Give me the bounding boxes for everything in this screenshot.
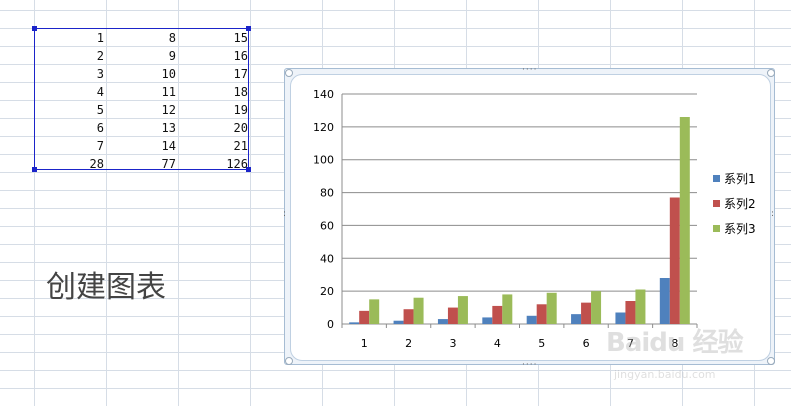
chart-resize-handle-top[interactable]: ···· xyxy=(522,66,537,75)
cell[interactable]: 1 xyxy=(36,29,104,47)
y-tick-label: 60 xyxy=(320,219,334,232)
cell[interactable]: 20 xyxy=(180,119,248,137)
bar[interactable] xyxy=(625,301,636,324)
bar[interactable] xyxy=(403,309,414,324)
chart-corner-handle-bottom-right[interactable] xyxy=(767,357,775,365)
x-tick-label: 1 xyxy=(361,337,368,350)
bar[interactable] xyxy=(615,312,626,325)
bar[interactable] xyxy=(536,304,547,324)
cell[interactable]: 2 xyxy=(36,47,104,65)
bar[interactable] xyxy=(546,292,557,324)
legend-label: 系列3 xyxy=(724,222,756,236)
x-tick-label: 7 xyxy=(627,337,634,350)
bar[interactable] xyxy=(369,299,380,324)
y-tick-label: 80 xyxy=(320,187,334,200)
cell[interactable]: 16 xyxy=(180,47,248,65)
bar[interactable] xyxy=(669,197,680,325)
bar[interactable] xyxy=(393,320,404,324)
cell[interactable]: 3 xyxy=(36,65,104,83)
x-tick-label: 6 xyxy=(583,337,590,350)
x-tick-label: 3 xyxy=(449,337,456,350)
cell[interactable]: 11 xyxy=(108,83,176,101)
bar[interactable] xyxy=(492,305,503,324)
y-tick-label: 0 xyxy=(327,318,334,331)
cell[interactable]: 19 xyxy=(180,101,248,119)
cell[interactable]: 17 xyxy=(180,65,248,83)
y-tick-label: 140 xyxy=(313,88,334,101)
cell[interactable]: 8 xyxy=(108,29,176,47)
bar[interactable] xyxy=(359,310,370,324)
bar[interactable] xyxy=(526,315,537,324)
bar[interactable] xyxy=(571,314,582,324)
y-tick-label: 100 xyxy=(313,154,334,167)
legend-swatch[interactable] xyxy=(713,225,720,232)
y-tick-label: 40 xyxy=(320,252,334,265)
bar[interactable] xyxy=(591,291,602,324)
bar-chart[interactable]: 0 20 40 60 80 100 120 140 1 2 3 4 5 6 7 8 系列1 系列2 系列3 xyxy=(291,75,770,360)
cell[interactable]: 9 xyxy=(108,47,176,65)
cell[interactable]: 10 xyxy=(108,65,176,83)
bar[interactable] xyxy=(349,322,360,324)
cell[interactable]: 13 xyxy=(108,119,176,137)
cell[interactable]: 15 xyxy=(180,29,248,47)
bar[interactable] xyxy=(502,294,513,324)
bar[interactable] xyxy=(635,289,646,325)
cell[interactable]: 126 xyxy=(180,155,248,173)
chart-corner-handle-top-right[interactable] xyxy=(767,69,775,77)
cell[interactable]: 5 xyxy=(36,101,104,119)
chart-resize-handle-right[interactable]: : xyxy=(771,210,775,219)
bar[interactable] xyxy=(457,296,468,324)
bar[interactable] xyxy=(679,117,690,324)
legend-label: 系列2 xyxy=(724,197,756,211)
cell[interactable]: 7 xyxy=(36,137,104,155)
bar[interactable] xyxy=(437,319,448,324)
cell[interactable]: 6 xyxy=(36,119,104,137)
chart-resize-handle-left[interactable]: : xyxy=(283,210,287,219)
chart-object[interactable]: 0 20 40 60 80 100 120 140 1 2 3 4 5 6 7 8 系列1 系列2 系列3 xyxy=(284,68,775,365)
x-tick-label: 8 xyxy=(671,337,678,350)
cell[interactable]: 4 xyxy=(36,83,104,101)
x-tick-label: 5 xyxy=(538,337,545,350)
chart-corner-handle-bottom-left[interactable] xyxy=(285,357,293,365)
bar[interactable] xyxy=(447,307,458,324)
x-tick-label: 4 xyxy=(494,337,501,350)
y-tick-label: 20 xyxy=(320,285,334,298)
cell[interactable]: 14 xyxy=(108,137,176,155)
cell[interactable]: 77 xyxy=(108,155,176,173)
bar[interactable] xyxy=(659,278,670,324)
legend-swatch[interactable] xyxy=(713,175,720,182)
y-tick-label: 120 xyxy=(313,121,334,134)
cell[interactable]: 21 xyxy=(180,137,248,155)
bar[interactable] xyxy=(581,302,592,324)
cell[interactable]: 12 xyxy=(108,101,176,119)
legend-swatch[interactable] xyxy=(713,200,720,207)
bar[interactable] xyxy=(482,317,493,324)
cell[interactable]: 18 xyxy=(180,83,248,101)
chart-resize-handle-bottom[interactable]: ···· xyxy=(522,361,537,370)
chart-corner-handle-top-left[interactable] xyxy=(285,69,293,77)
caption-text: 创建图表 xyxy=(46,270,166,305)
x-tick-label: 2 xyxy=(405,337,412,350)
cell[interactable]: 28 xyxy=(36,155,104,173)
bar[interactable] xyxy=(413,297,424,324)
legend-label: 系列1 xyxy=(724,172,756,186)
chart-area[interactable]: 0 20 40 60 80 100 120 140 1 2 3 4 5 6 7 8 系列1 系列2 系列3 xyxy=(290,74,771,361)
